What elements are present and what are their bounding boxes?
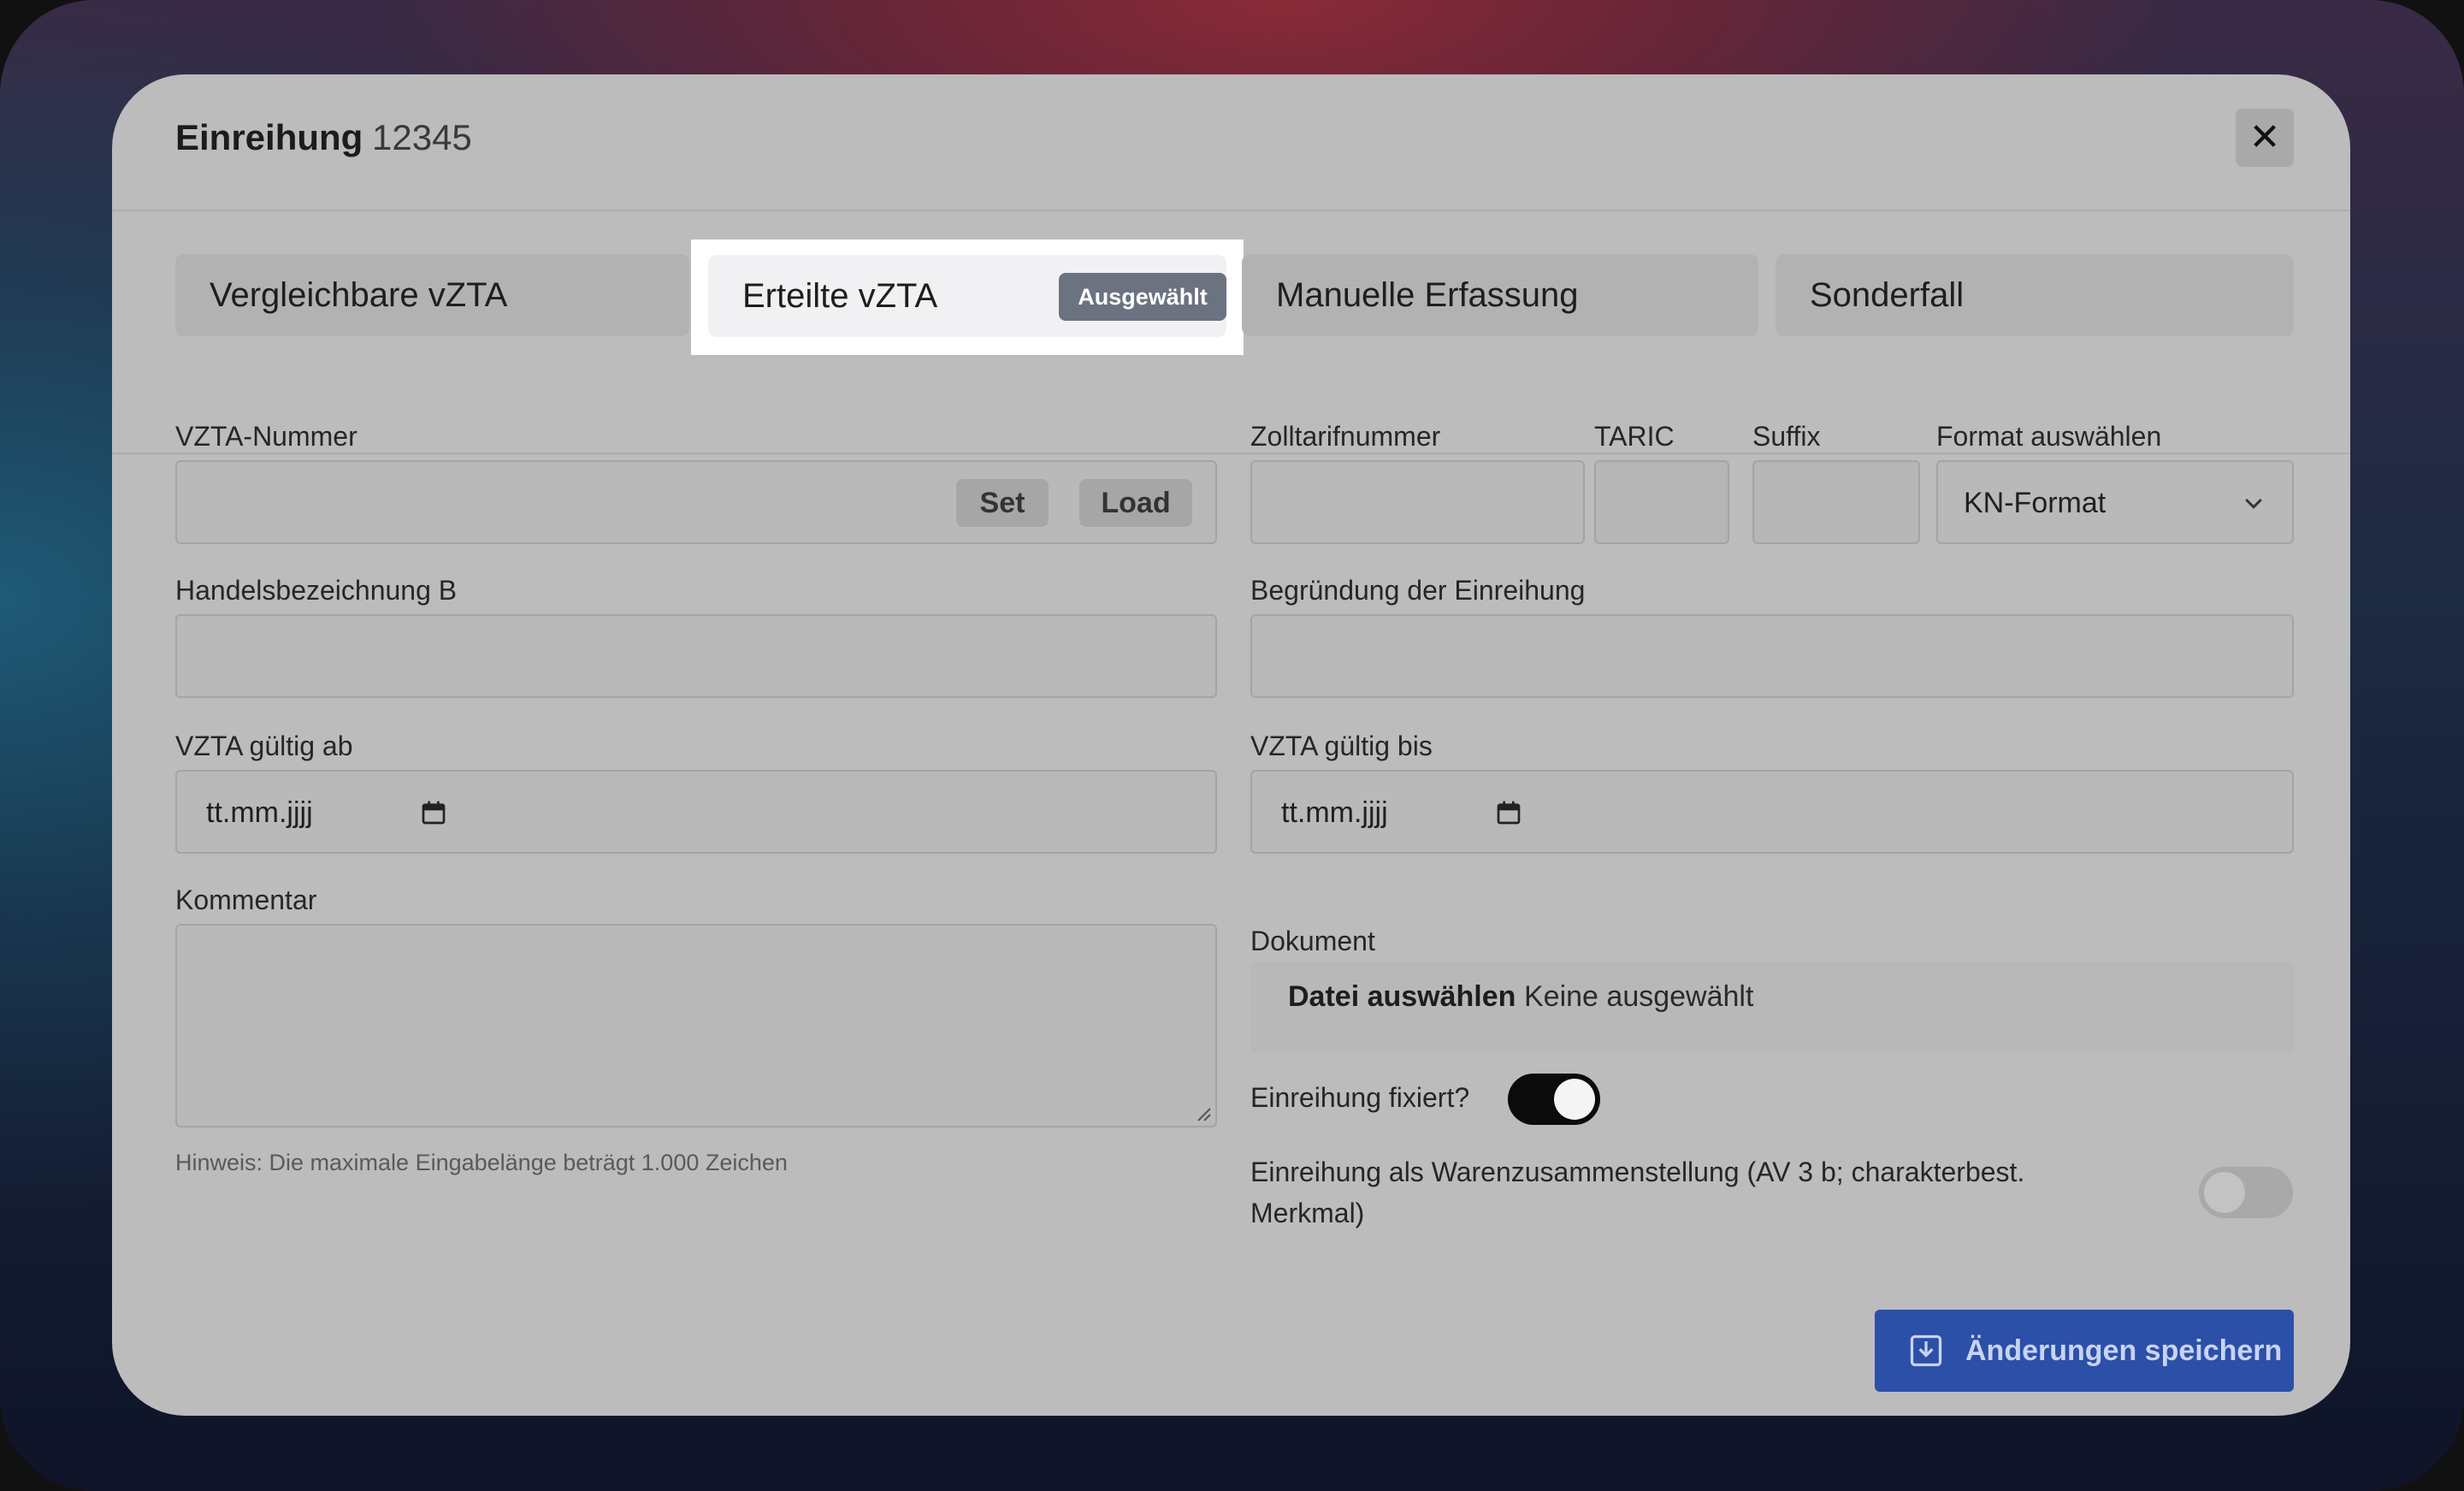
begruendung-input[interactable] [1250,614,2294,698]
zolltarifnummer-label: Zolltarifnummer [1250,421,1441,452]
calendar-icon[interactable] [1495,799,1522,826]
suffix-input[interactable] [1752,460,1920,544]
kommentar-hint: Hinweis: Die maximale Eingabelänge beträ… [175,1150,788,1175]
save-changes-button[interactable]: Änderungen speichern [1875,1310,2294,1392]
suffix-label: Suffix [1752,421,1821,452]
warenzusammenstellung-label-line2: Merkmal) [1250,1198,1365,1228]
fixiert-toggle[interactable] [1508,1074,1600,1125]
format-select[interactable]: KN-Format [1936,460,2294,544]
dokument-label: Dokument [1250,926,1375,956]
close-icon: ✕ [2248,116,2281,158]
dialog-id: 12345 [372,117,472,157]
tab-sonderfall[interactable]: Sonderfall [1776,254,2294,336]
date-placeholder: tt.mm.jjjj [206,796,313,829]
choose-file-button[interactable]: Datei auswählen [1288,962,1516,1031]
chevron-down-icon [2245,498,2262,509]
resize-handle-icon[interactable] [1193,1103,1212,1122]
warenzusammenstellung-toggle[interactable] [2199,1167,2293,1218]
file-status: Keine ausgewählt [1524,980,1754,1013]
toggle-knob [1554,1079,1595,1120]
tab-manuelle-erfassung[interactable]: Manuelle Erfassung [1242,254,1758,336]
kommentar-label: Kommentar [175,885,317,915]
begruendung-label: Begründung der Einreihung [1250,575,1586,606]
tab-vergleichbare-vzta[interactable]: Vergleichbare vZTA [175,254,689,336]
load-button[interactable]: Load [1079,479,1192,527]
tab-label: Vergleichbare vZTA [210,276,508,314]
tab-label: Sonderfall [1810,276,1965,314]
date-placeholder: tt.mm.jjjj [1281,796,1388,829]
taric-input[interactable] [1594,460,1729,544]
save-label: Änderungen speichern [1965,1334,2283,1367]
handelsbezeichnung-label: Handelsbezeichnung B [175,575,458,606]
download-icon [1910,1334,1942,1367]
warenzusammenstellung-label-line1: Einreihung als Warenzusammenstellung (AV… [1250,1157,2025,1187]
taric-label: TARIC [1594,421,1675,452]
fixiert-label: Einreihung fixiert? [1250,1082,1470,1113]
tab-label: Manuelle Erfassung [1276,276,1579,314]
format-selected-value: KN-Format [1964,487,2107,519]
close-button[interactable]: ✕ [2236,109,2294,167]
toggle-knob [2204,1172,2245,1213]
set-button[interactable]: Set [956,479,1049,527]
calendar-icon[interactable] [420,799,447,826]
dialog-header: Einreihung 12345 ✕ [112,74,2350,211]
tab-label: Erteilte vZTA [742,277,938,315]
handelsbezeichnung-input[interactable] [175,614,1217,698]
dialog-title: Einreihung [175,117,363,157]
vzta-nummer-label: VZTA-Nummer [175,421,357,452]
tab-erteilte-vzta[interactable]: Erteilte vZTA Ausgewählt [708,255,1226,337]
tab-erteilte-vzta-highlight: Erteilte vZTA Ausgewählt [691,240,1244,355]
format-label: Format auswählen [1936,421,2162,452]
vzta-nummer-input[interactable]: Set Load [175,460,1217,544]
kommentar-textarea[interactable] [175,924,1217,1127]
gueltig-ab-label: VZTA gültig ab [175,731,353,761]
gueltig-ab-date-input[interactable]: tt.mm.jjjj [175,770,1217,854]
gueltig-bis-date-input[interactable]: tt.mm.jjjj [1250,770,2294,854]
file-input[interactable]: Datei auswählen Keine ausgewählt [1250,962,2295,1052]
zolltarifnummer-input[interactable] [1250,460,1585,544]
gueltig-bis-label: VZTA gültig bis [1250,731,1433,761]
selected-badge: Ausgewählt [1059,273,1226,321]
